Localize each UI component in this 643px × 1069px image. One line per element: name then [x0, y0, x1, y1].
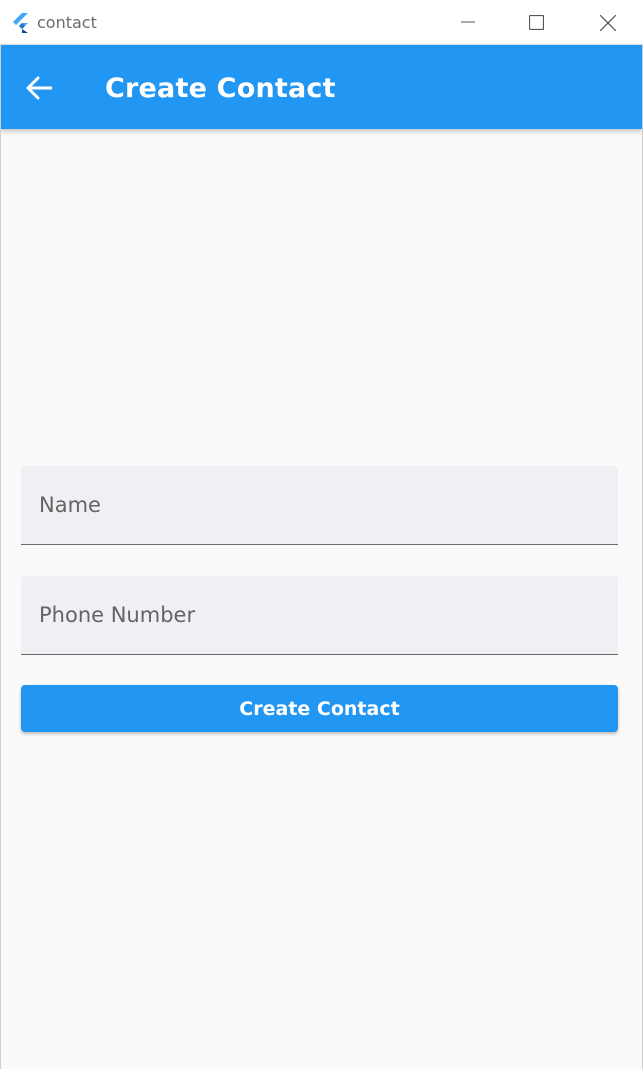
maximize-icon [529, 15, 544, 30]
phone-number-input[interactable] [21, 576, 618, 654]
app-bar: Create Contact [0, 45, 643, 129]
close-icon [600, 15, 616, 31]
window-border [0, 45, 1, 1069]
arrow-left-icon [26, 76, 52, 100]
minimize-button[interactable] [445, 0, 491, 45]
flutter-logo-icon [10, 12, 32, 34]
phone-number-field[interactable] [21, 576, 618, 655]
name-input[interactable] [21, 466, 618, 544]
close-button[interactable] [584, 0, 630, 45]
maximize-button[interactable] [513, 0, 559, 45]
create-contact-button[interactable]: Create Contact [21, 685, 618, 732]
window-titlebar: contact [0, 0, 643, 45]
window-title: contact [37, 13, 97, 32]
minimize-icon [461, 21, 475, 23]
page-title: Create Contact [105, 73, 336, 104]
name-field[interactable] [21, 466, 618, 545]
back-button[interactable] [18, 67, 60, 109]
